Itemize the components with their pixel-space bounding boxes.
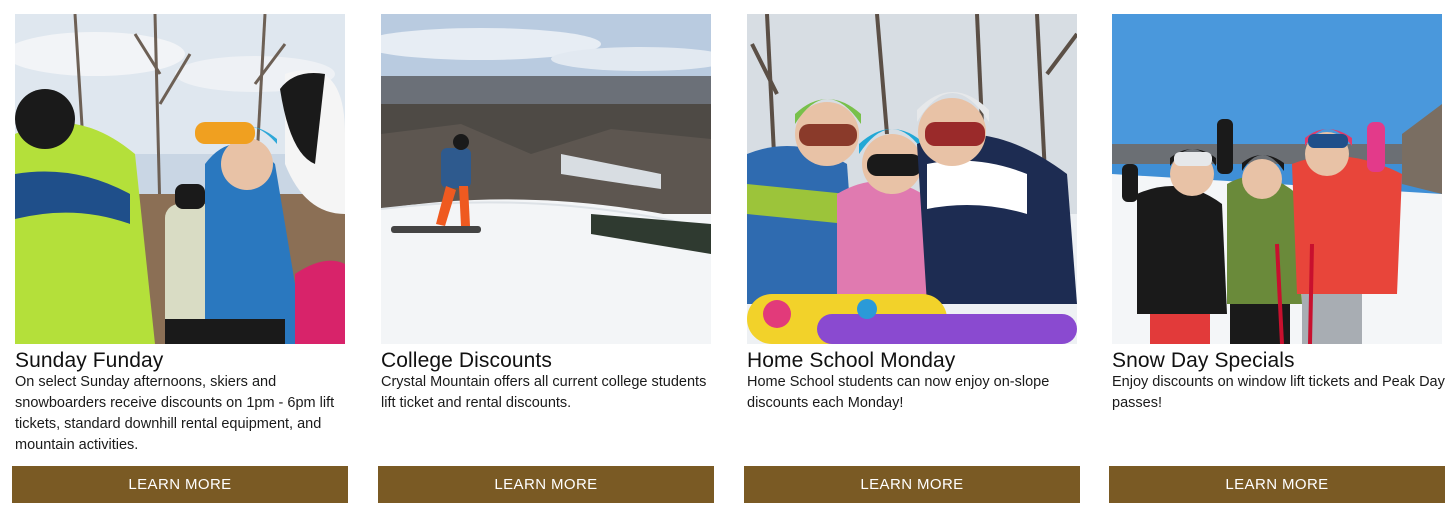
promo-card-college-discounts: College Discounts Crystal Mountain offer…	[377, 0, 717, 528]
sunday-funday-photo	[15, 14, 345, 344]
card-description: Crystal Mountain offers all current coll…	[381, 374, 707, 411]
snow-day-specials-photo	[1112, 14, 1442, 344]
home-school-monday-photo	[747, 14, 1077, 344]
learn-more-button-college-discounts[interactable]: LEARN MORE	[378, 466, 714, 503]
learn-more-button-home-school-monday[interactable]: LEARN MORE	[744, 466, 1080, 503]
college-discounts-photo	[381, 14, 711, 344]
card-title: Sunday Funday	[15, 349, 164, 372]
learn-more-button-sunday-funday[interactable]: LEARN MORE	[12, 466, 348, 503]
promo-card-home-school-monday: Home School Monday Home School students …	[743, 0, 1083, 528]
card-title: College Discounts	[381, 349, 552, 372]
promo-card-sunday-funday: Sunday Funday On select Sunday afternoon…	[11, 0, 351, 528]
card-description: On select Sunday afternoons, skiers and …	[15, 374, 335, 453]
promo-card-snow-day-specials: Snow Day Specials Enjoy discounts on win…	[1108, 0, 1448, 528]
card-title: Home School Monday	[747, 349, 956, 372]
card-description: Enjoy discounts on window lift tickets a…	[1112, 374, 1445, 411]
card-title: Snow Day Specials	[1112, 349, 1295, 372]
promo-card-grid: Sunday Funday On select Sunday afternoon…	[0, 0, 1456, 528]
card-description: Home School students can now enjoy on-sl…	[747, 374, 1050, 411]
learn-more-button-snow-day-specials[interactable]: LEARN MORE	[1109, 466, 1445, 503]
